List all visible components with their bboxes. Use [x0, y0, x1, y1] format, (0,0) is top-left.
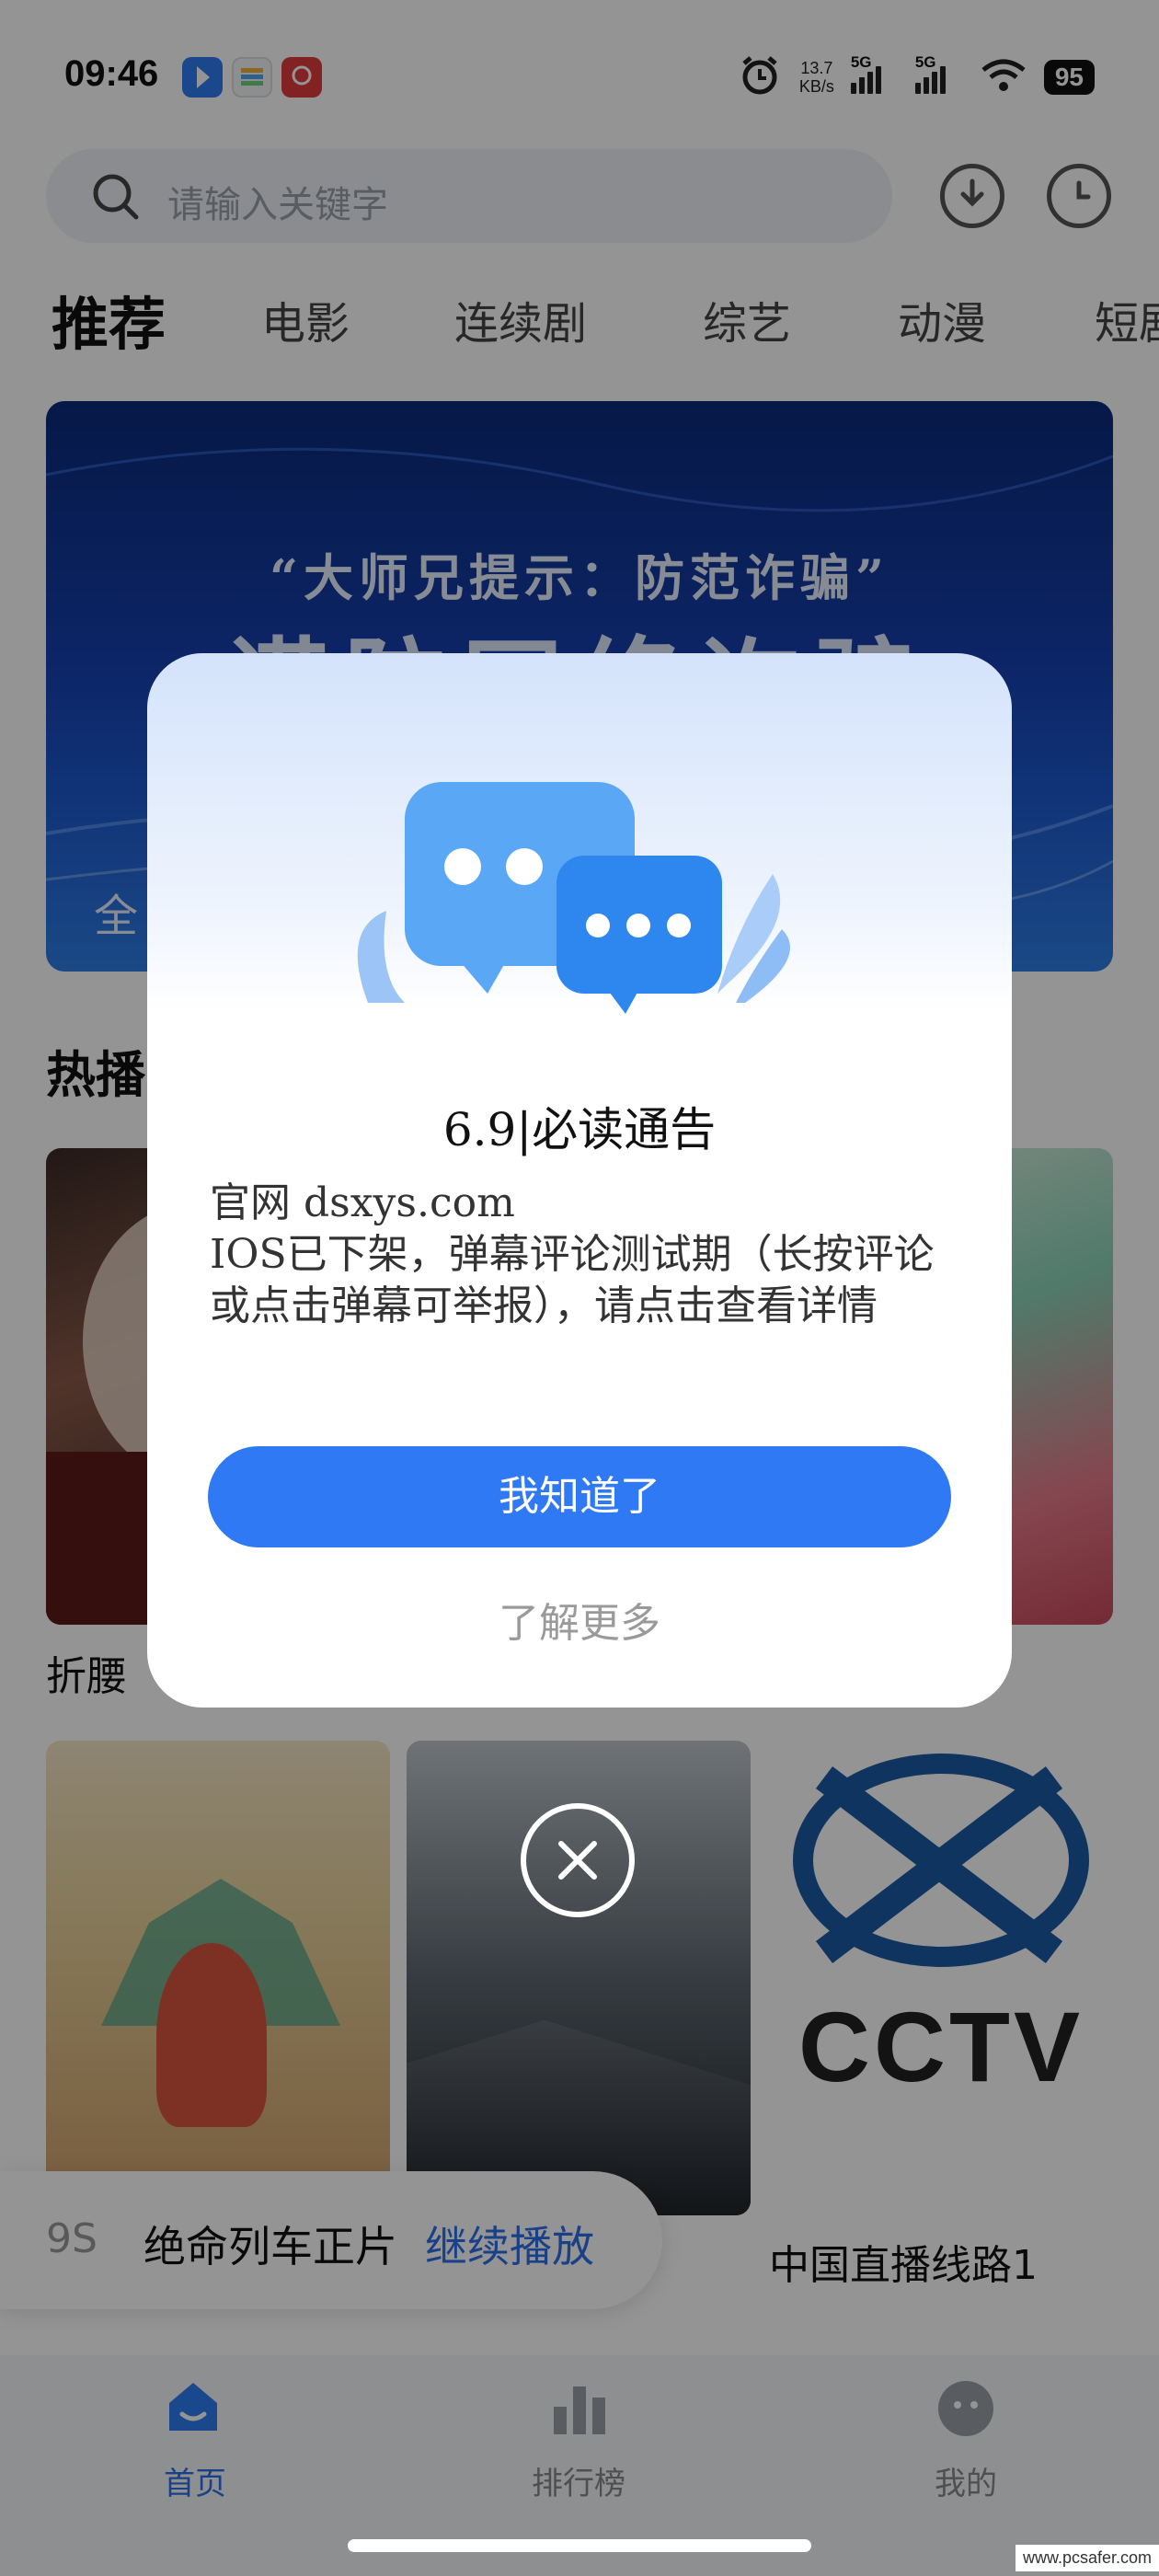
- dialog-title: 6.9|必读通告: [442, 1103, 717, 1156]
- announcement-dialog: 6.9|必读通告 官网 dsxys.com IOS已下架，弹幕评论测试期（长按评…: [147, 653, 1012, 1708]
- dialog-body: 官网 dsxys.com IOS已下架，弹幕评论测试期（长按评论或点击弹幕可举报…: [210, 1178, 955, 1332]
- dialog-website-text[interactable]: 官网 dsxys.com: [210, 1178, 955, 1229]
- watermark: www.pcsafer.com: [1015, 2545, 1159, 2571]
- close-icon: [558, 1841, 597, 1880]
- close-dialog-button[interactable]: [521, 1803, 635, 1917]
- chat-bubbles-illustration: [350, 773, 809, 1034]
- dialog-notice-text[interactable]: IOS已下架，弹幕评论测试期（长按评论或点击弹幕可举报），请点击查看详情: [210, 1229, 955, 1332]
- acknowledge-button[interactable]: 我知道了: [208, 1446, 951, 1547]
- learn-more-link[interactable]: 了解更多: [147, 1590, 1012, 1649]
- home-indicator[interactable]: [348, 2539, 811, 2552]
